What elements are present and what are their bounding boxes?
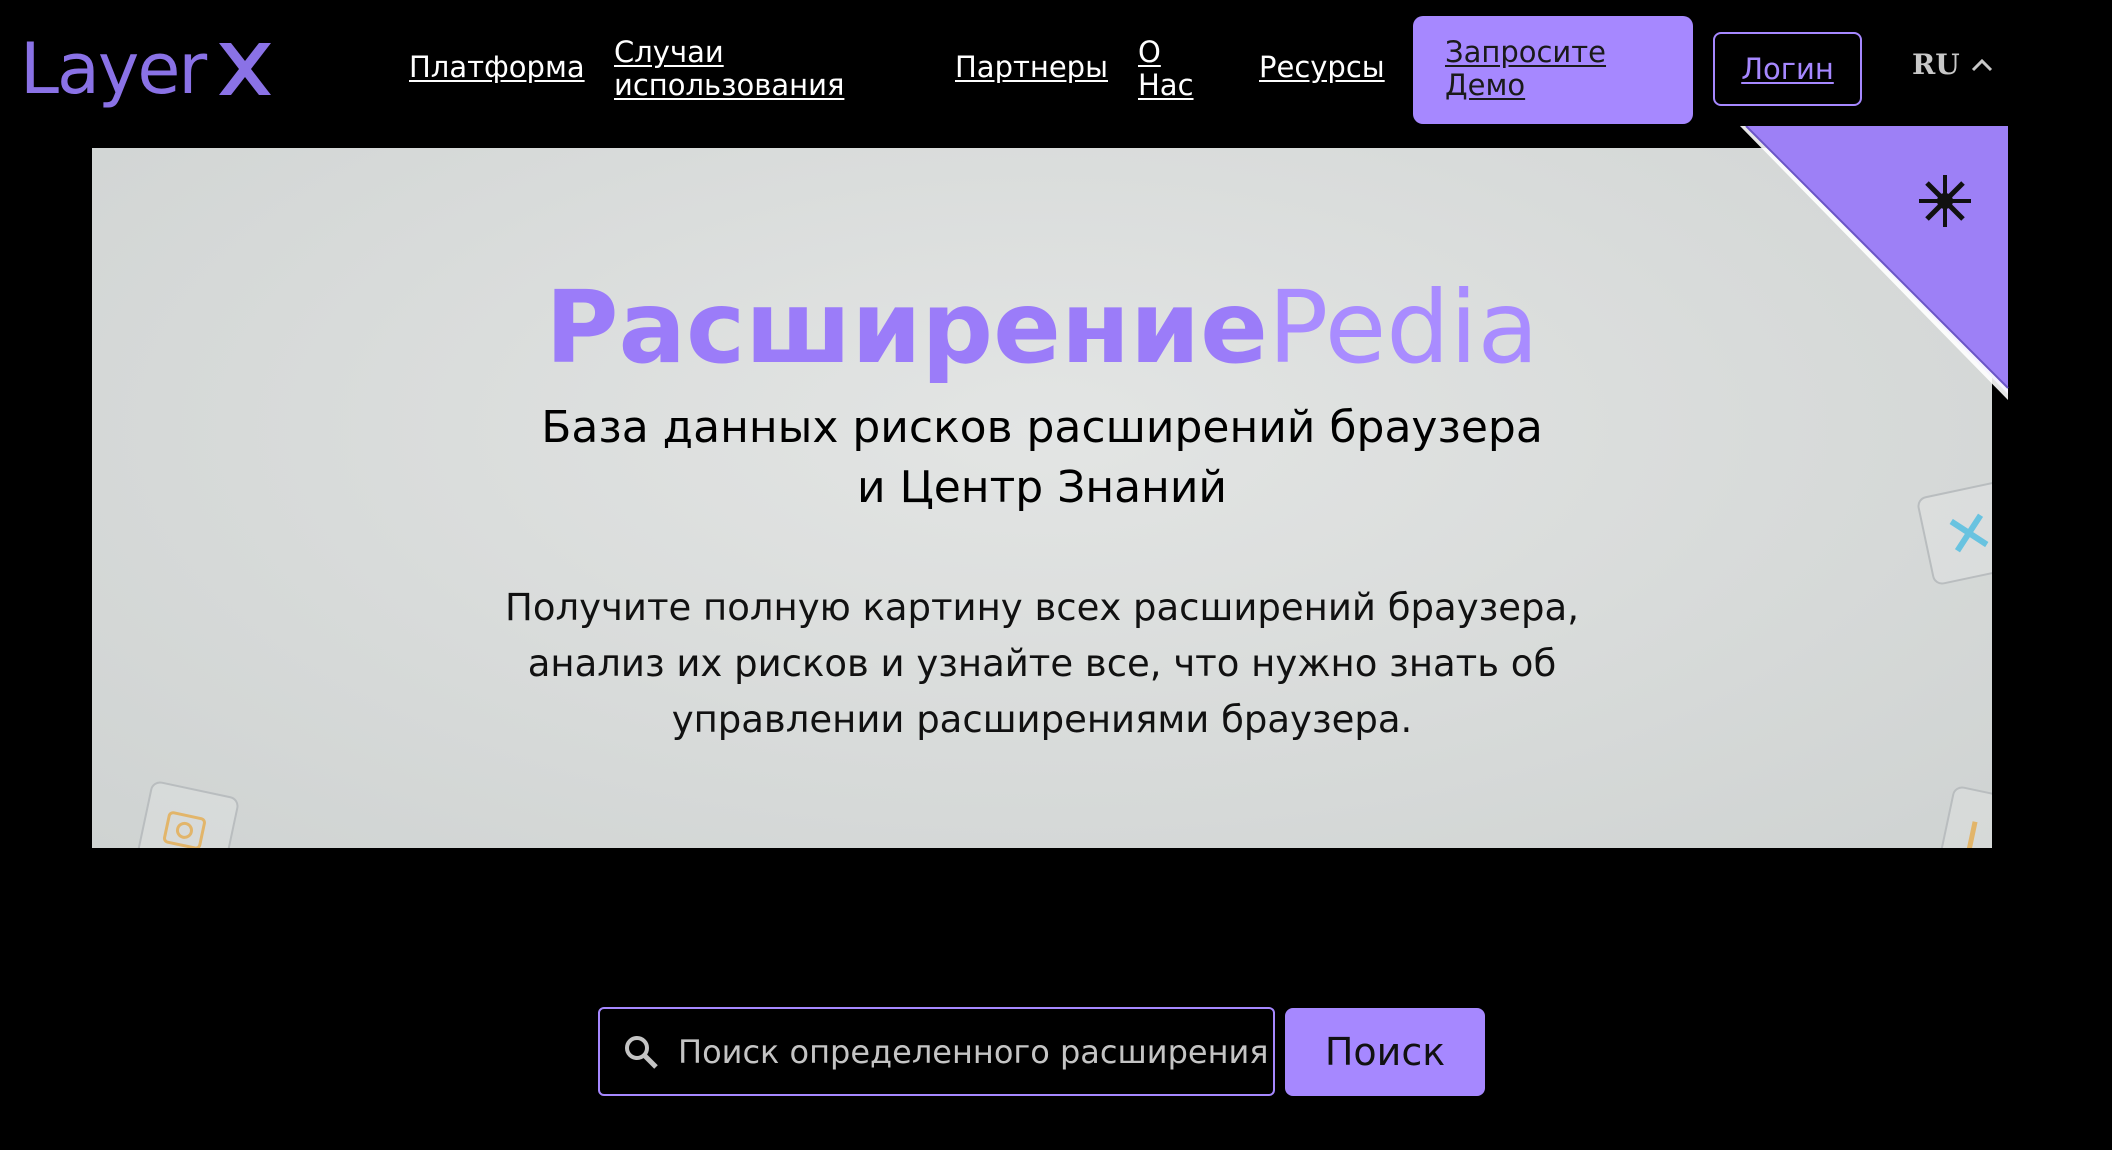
hero-banner: РасширениеPedia База данных рисков расши… — [92, 148, 1992, 848]
layerx-logo[interactable]: Layer — [20, 24, 275, 114]
title-bold: Расширение — [545, 269, 1268, 386]
language-label: RU — [1912, 48, 1960, 81]
corner-fold-decoration — [1740, 126, 2009, 400]
description-line-2: анализ их рисков и узнайте все, что нужн… — [527, 642, 1557, 685]
nav-partners[interactable]: Партнеры — [955, 51, 1108, 84]
logo-text: Layer — [20, 28, 207, 110]
search-button[interactable]: Поиск — [1285, 1008, 1485, 1096]
page-title: РасширениеPedia — [92, 278, 1992, 378]
hero-description: Получите полную картину всех расширений … — [92, 580, 1992, 748]
search-input[interactable] — [676, 1031, 1273, 1072]
search-field[interactable] — [598, 1007, 1275, 1096]
description-line-3: управлении расширениями браузера. — [671, 698, 1413, 741]
language-selector[interactable]: RU — [1912, 48, 1994, 81]
description-line-1: Получите полную картину всех расширений … — [505, 586, 1579, 629]
logo-x-icon — [219, 43, 272, 95]
close-icon[interactable] — [1917, 173, 1973, 229]
nav-platform[interactable]: Платформа — [409, 51, 585, 84]
decorative-card-icon — [133, 779, 241, 848]
search-icon — [625, 1035, 658, 1069]
nav-use-cases[interactable]: Случаи использования — [614, 36, 844, 102]
decorative-card-icon-2 — [1935, 784, 1992, 848]
nav-about[interactable]: О Нас — [1138, 36, 1198, 102]
subtitle-line-1: База данных рисков расширений браузера — [541, 402, 1543, 453]
request-demo-button[interactable]: Запросите Демо — [1413, 16, 1693, 124]
subtitle-line-2: и Центр Знаний — [856, 462, 1228, 513]
nav-resources[interactable]: Ресурсы — [1259, 51, 1385, 84]
title-light: Pedia — [1267, 269, 1539, 386]
hero-subtitle: База данных рисков расширений браузера и… — [92, 398, 1992, 518]
chevron-up-icon — [1971, 58, 1992, 71]
login-button[interactable]: Логин — [1713, 32, 1862, 106]
